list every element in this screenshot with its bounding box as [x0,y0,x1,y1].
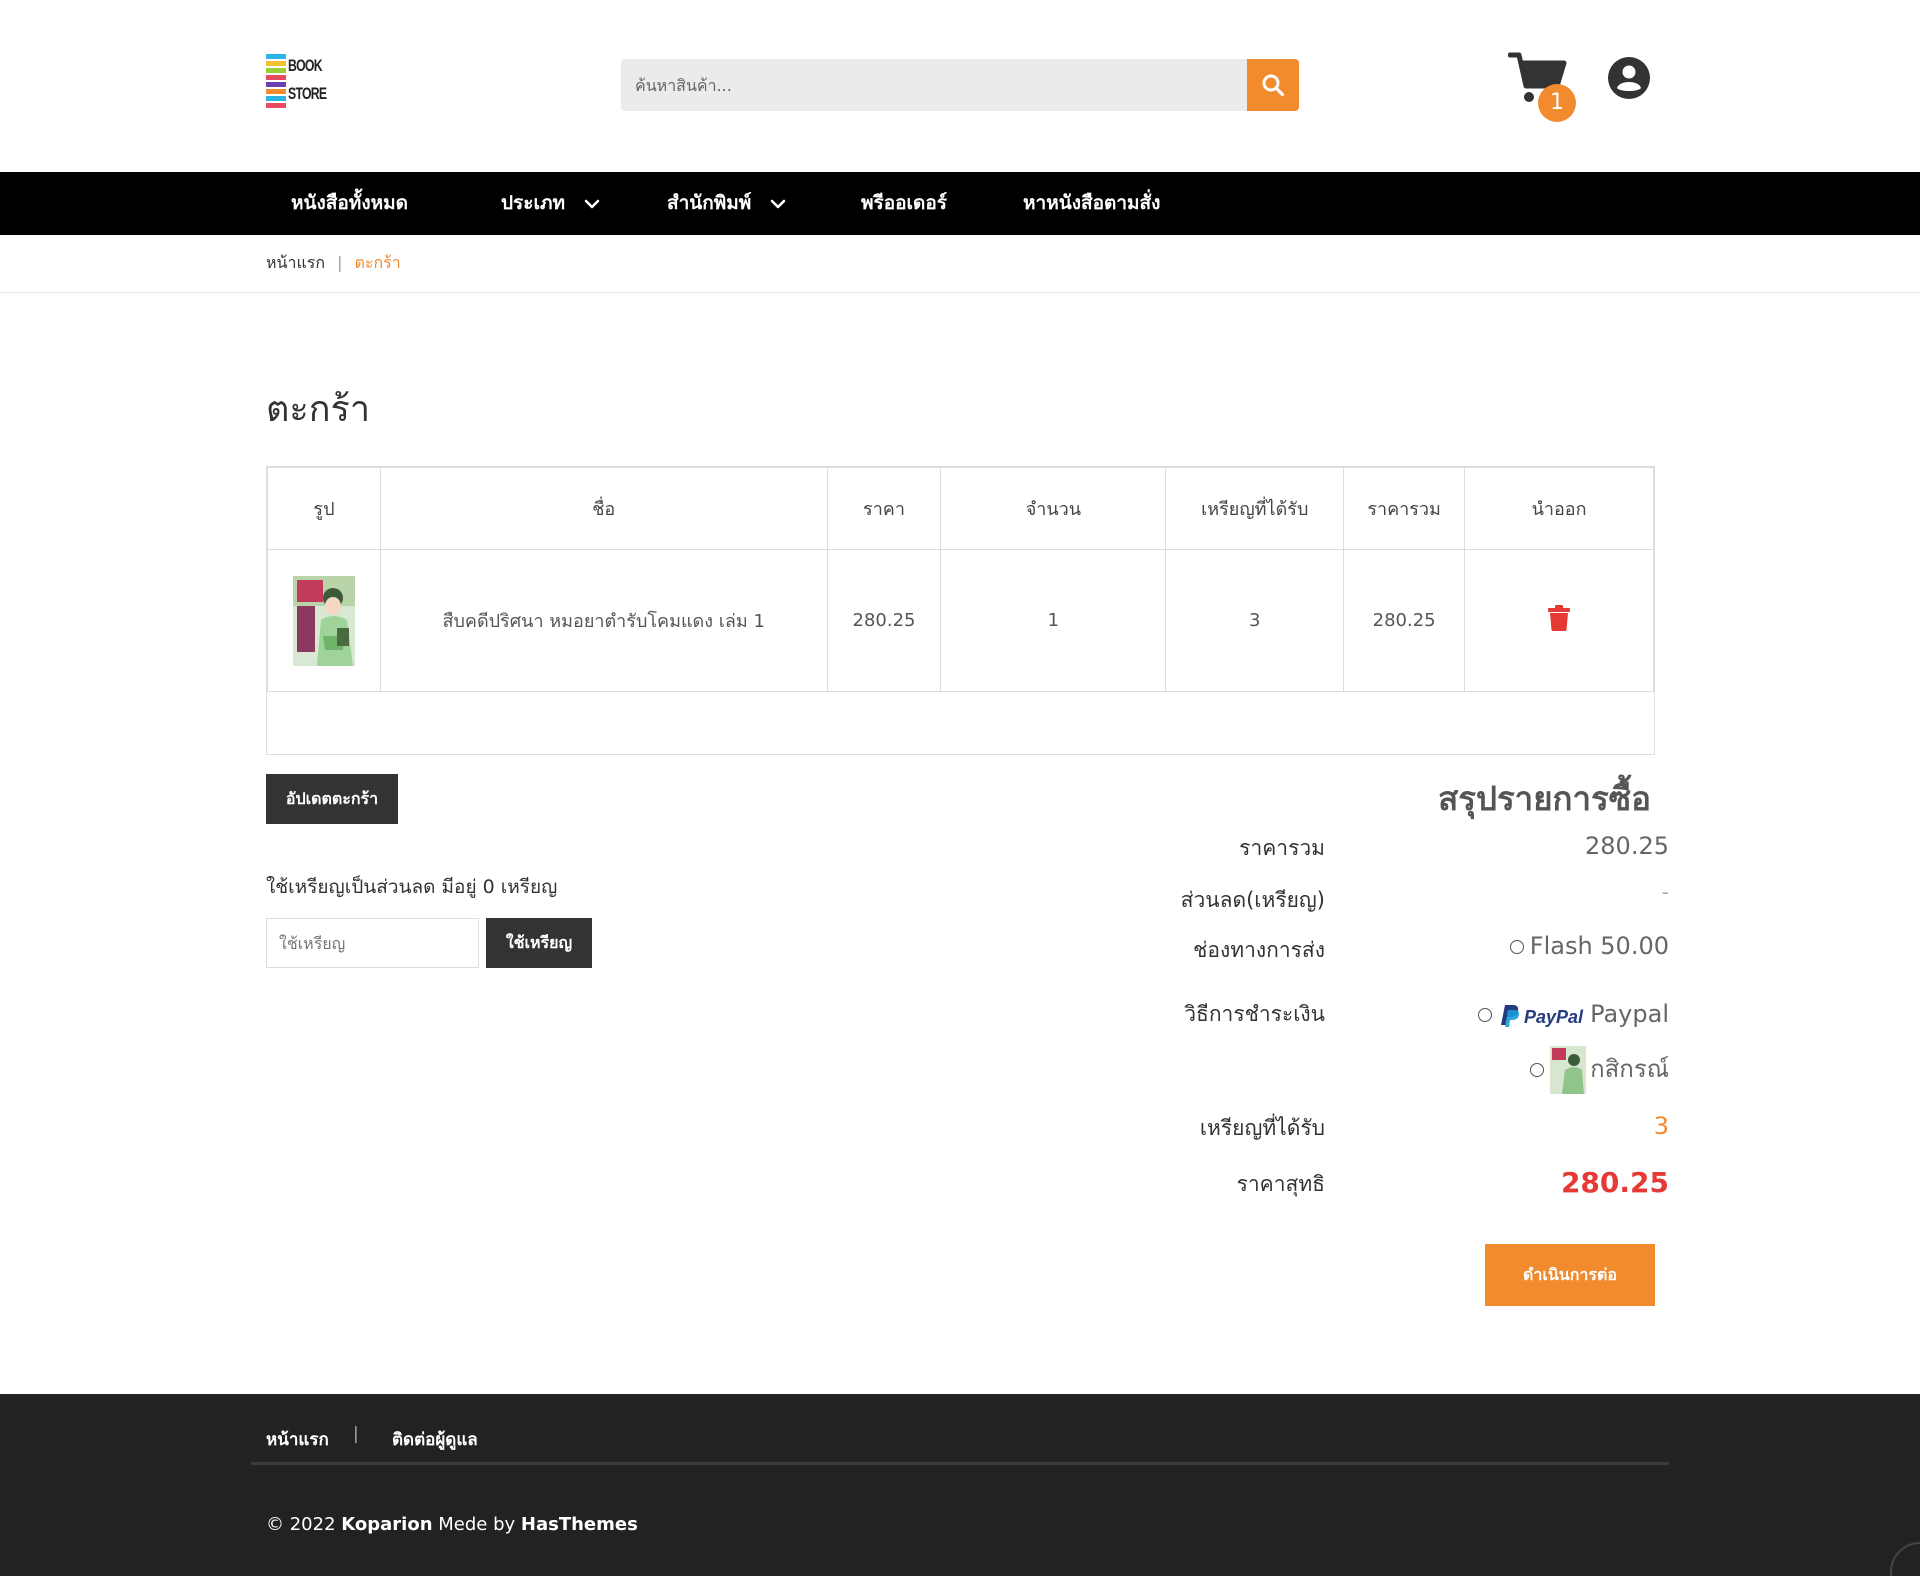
use-coins-button[interactable]: ใช้เหรียญ [486,918,592,968]
payment-option-kbank-label: กสิกรณ์ [1590,1055,1669,1083]
cell-name[interactable]: สืบคดีปริศนา หมอยาตำรับโคมแดง เล่ม 1 [379,549,828,692]
divider [0,292,1920,293]
footer-link-home[interactable]: หน้าแรก [266,1426,329,1453]
cell-price: 280.25 [826,549,942,692]
logo-stripe [266,103,286,108]
shipping-label: ช่องทางการส่ง [1193,938,1325,962]
copyright-text: © 2022 Koparion Mede by HasThemes [266,1514,638,1535]
cell-image [267,549,381,692]
net-price-label: ราคาสุทธิ [1236,1172,1325,1196]
coins-earned-label: เหรียญที่ได้รับ [1199,1116,1325,1140]
update-cart-button[interactable]: อัปเดตตะกร้า [266,774,398,824]
copyright-prefix: © 2022 [266,1514,336,1535]
subtotal-label: ราคารวม [1239,836,1325,860]
nav-item-label: หาหนังสือตามสั่ง [1023,192,1161,214]
cart-table: รูป ชื่อ ราคา จำนวน เหรียญที่ได้รับ ราคา… [267,467,1654,692]
cell-total: 280.25 [1343,549,1466,692]
discount-label: ส่วนลด(เหรียญ) [1180,888,1325,912]
search-input[interactable] [621,59,1247,111]
paypal-radio[interactable] [1478,1008,1493,1022]
search-bar [621,59,1299,111]
nav-item-book-request[interactable]: หาหนังสือตามสั่ง [1023,172,1160,235]
copyright-brand[interactable]: Koparion [341,1514,432,1535]
coin-amount-input[interactable] [266,918,479,968]
summary-title: สรุปรายการซื้อ [1438,779,1651,818]
coins-earned-value: 3 [1653,1112,1669,1140]
nav-item-label: ประเภท [501,192,566,214]
bookstore-logo[interactable]: BOOK STORE [266,52,330,112]
proceed-button[interactable]: ดำเนินการต่อ [1485,1244,1655,1306]
nav-item-preorder[interactable]: พรีออเดอร์ [861,172,947,235]
column-header-coins: เหรียญที่ได้รับ [1165,467,1345,550]
column-header-image: รูป [267,467,381,550]
payment-option-paypal-label: Paypal [1590,1000,1669,1028]
payment-option-paypal[interactable]: PayPal Paypal [1478,1000,1669,1028]
site-header: BOOK STORE 1 [0,0,1920,172]
subtotal-value: 280.25 [1585,832,1669,860]
logo-stripe [266,82,286,87]
breadcrumb-home-link[interactable]: หน้าแรก [266,253,325,272]
kbank-radio[interactable] [1530,1063,1545,1077]
copyright-mid: Mede by [438,1514,516,1535]
cart-table-container: รูป ชื่อ ราคา จำนวน เหรียญที่ได้รับ ราคา… [266,466,1655,755]
logo-stripe [266,96,286,101]
breadcrumb-separator: | [337,253,343,272]
payment-option-kbank[interactable]: กสิกรณ์ [1530,1046,1669,1094]
shipping-option[interactable]: Flash 50.00 [1509,932,1669,960]
logo-stripe [266,61,286,66]
nav-item-label: หนังสือทั้งหมด [291,192,408,214]
logo-stripe [266,75,286,80]
cell-quantity[interactable]: 1 [940,549,1167,692]
search-button[interactable] [1247,59,1299,111]
shipping-option-label: Flash 50.00 [1529,932,1669,960]
account-button[interactable] [1608,57,1650,99]
paypal-logo: PayPal [1501,1005,1584,1027]
column-header-remove: นำออก [1464,467,1654,550]
kbank-image [1550,1046,1587,1094]
column-header-name: ชื่อ [379,467,828,550]
coin-discount-label: ใช้เหรียญเป็นส่วนลด มีอยู่ 0 เหรียญ [266,876,558,898]
footer-divider [251,1462,1669,1465]
footer-link-contact[interactable]: ติดต่อผู้ดูแล [392,1426,478,1453]
chevron-down-icon [770,199,786,208]
nav-item-category[interactable]: ประเภท [501,172,600,235]
cart-count-badge: 1 [1538,84,1576,122]
footer-separator: | [353,1424,359,1444]
nav-item-publisher[interactable]: สำนักพิมพ์ [667,172,786,235]
paypal-logo-text: PayPal [1524,1007,1584,1027]
nav-item-label: สำนักพิมพ์ [667,192,752,214]
book-cover-image[interactable] [292,575,355,666]
cell-remove [1464,549,1654,692]
net-price-value: 280.25 [1560,1166,1669,1199]
discount-value: - [1661,880,1669,904]
payment-label: วิธีการชำระเงิน [1184,1002,1325,1026]
table-row: สืบคดีปริศนา หมอยาตำรับโคมแดง เล่ม 1 280… [267,549,1654,692]
logo-stripe [266,54,286,59]
shipping-radio[interactable] [1509,940,1524,954]
nav-item-label: พรีออเดอร์ [861,192,948,214]
breadcrumb: หน้าแรก | ตะกร้า [266,251,401,276]
main-nav: หนังสือทั้งหมด ประเภท สำนักพิมพ์ พรีออเด… [0,172,1920,235]
scroll-top-icon[interactable] [1890,1542,1920,1576]
site-footer: หน้าแรก | ติดต่อผู้ดูแล © 2022 Koparion … [0,1394,1920,1576]
trash-icon[interactable] [1548,605,1571,631]
breadcrumb-current: ตะกร้า [354,253,401,272]
nav-item-all-books[interactable]: หนังสือทั้งหมด [291,172,408,235]
logo-stripe [266,89,286,94]
search-icon [1262,74,1285,97]
column-header-price: ราคา [826,467,942,550]
copyright-author[interactable]: HasThemes [521,1514,638,1535]
page-title: ตะกร้า [266,389,371,430]
cell-coins: 3 [1165,549,1345,692]
table-header-row: รูป ชื่อ ราคา จำนวน เหรียญที่ได้รับ ราคา… [267,467,1654,550]
column-header-quantity: จำนวน [940,467,1167,550]
logo-stripe [266,68,286,73]
cart-button[interactable]: 1 [1507,50,1580,122]
user-icon [1608,57,1650,99]
chevron-down-icon [584,199,599,208]
logo-text-book: BOOK [288,56,323,75]
logo-text-store: STORE [288,84,327,103]
column-header-total: ราคารวม [1343,467,1466,550]
